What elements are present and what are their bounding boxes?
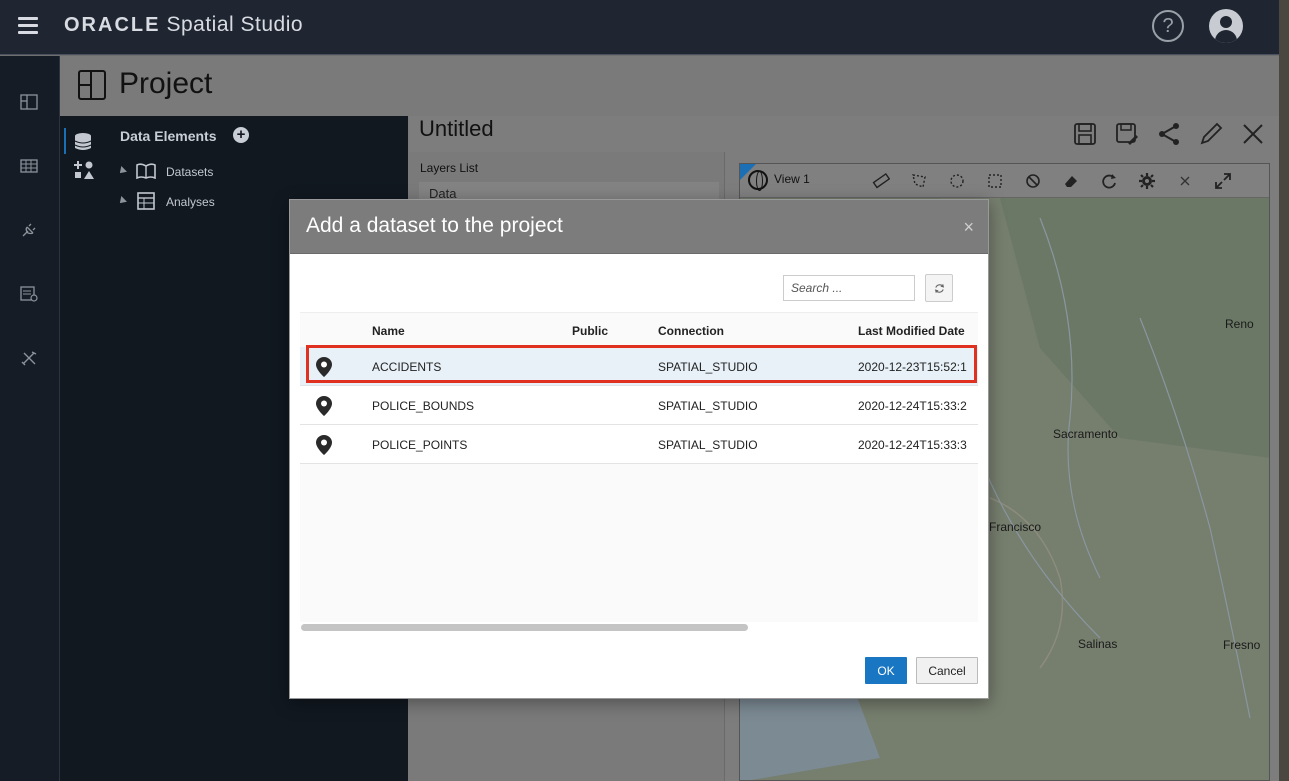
table-header: Name Public Connection Last Modified Dat…: [300, 313, 978, 347]
product-name: Spatial Studio: [166, 13, 304, 36]
cancel-button[interactable]: Cancel: [916, 657, 978, 684]
ok-button[interactable]: OK: [865, 657, 907, 684]
project-layout-icon: [78, 70, 106, 100]
dataset-name: POLICE_POINTS: [372, 438, 468, 452]
dialog-close-icon[interactable]: ×: [963, 217, 974, 238]
hamburger-menu-icon[interactable]: [18, 17, 38, 35]
close-icon[interactable]: [1241, 122, 1265, 146]
jobs-icon[interactable]: [20, 286, 38, 302]
datasets-table-icon[interactable]: [20, 158, 38, 174]
dataset-name: POLICE_BOUNDS: [372, 399, 475, 413]
rectangle-select-icon[interactable]: [986, 172, 1004, 190]
datasets-table: Name Public Connection Last Modified Dat…: [300, 312, 978, 622]
dataset-connection: SPATIAL_STUDIO: [658, 438, 758, 452]
expand-icon[interactable]: [1214, 172, 1232, 190]
analysis-tools-icon[interactable]: [73, 160, 95, 180]
refresh-icon: [934, 283, 945, 294]
dataset-name: ACCIDENTS: [372, 360, 442, 374]
dialog-body: Name Public Connection Last Modified Dat…: [300, 254, 978, 654]
column-header-connection[interactable]: Connection: [658, 324, 724, 338]
search-input[interactable]: [783, 275, 915, 301]
data-elements-title: Data Elements: [120, 128, 217, 144]
map-city-label: Reno: [1225, 317, 1254, 331]
analyses-table-icon: [137, 192, 155, 210]
top-bar: ORACLE Spatial Studio ?: [0, 0, 1279, 55]
collapse-caret-icon[interactable]: [117, 196, 127, 206]
map-city-label: Sacramento: [1053, 427, 1118, 441]
add-dataset-dialog: Add a dataset to the project × Name Publ…: [289, 199, 989, 699]
clear-selection-icon[interactable]: [1024, 172, 1042, 190]
datasets-book-icon: [136, 163, 156, 179]
add-data-element-icon[interactable]: +: [233, 127, 249, 143]
map-pin-icon: [316, 396, 332, 416]
close-view-icon[interactable]: [1176, 172, 1194, 190]
table-row[interactable]: ACCIDENTS SPATIAL_STUDIO 2020-12-23T15:5…: [300, 347, 978, 386]
window-edge: [1279, 0, 1289, 781]
dialog-header: Add a dataset to the project ×: [290, 200, 988, 254]
refresh-button[interactable]: [925, 274, 953, 302]
canvas-title[interactable]: Untitled: [419, 116, 494, 142]
map-city-label: Fresno: [1223, 638, 1261, 652]
column-header-last-modified[interactable]: Last Modified Date: [858, 324, 965, 338]
settings-gear-icon[interactable]: [1138, 172, 1156, 190]
map-view-tab[interactable]: View 1: [748, 170, 810, 191]
map-pin-icon: [316, 435, 332, 455]
tree-item-datasets[interactable]: Datasets: [166, 165, 213, 179]
scrollbar-thumb[interactable]: [301, 624, 748, 631]
projects-icon[interactable]: [20, 94, 38, 110]
save-as-icon[interactable]: [1115, 122, 1139, 146]
oracle-logo: ORACLE: [64, 14, 161, 36]
dialog-title: Add a dataset to the project: [306, 214, 563, 237]
table-row[interactable]: POLICE_POINTS SPATIAL_STUDIO 2020-12-24T…: [300, 425, 978, 464]
horizontal-scrollbar[interactable]: [301, 622, 979, 632]
left-nav-rail: [0, 56, 60, 781]
help-icon[interactable]: ?: [1152, 10, 1184, 42]
map-city-label: Salinas: [1078, 637, 1118, 651]
refresh-map-icon[interactable]: [1100, 172, 1118, 190]
circle-select-icon[interactable]: [948, 172, 966, 190]
globe-icon: [748, 170, 768, 191]
measure-ruler-icon[interactable]: [872, 172, 890, 190]
connections-plug-icon[interactable]: [20, 222, 38, 238]
database-icon[interactable]: [74, 132, 92, 152]
tab-selection-indicator: [64, 128, 66, 154]
share-icon[interactable]: [1157, 122, 1181, 146]
eraser-icon[interactable]: [1062, 172, 1080, 190]
collapse-caret-icon[interactable]: [117, 166, 127, 176]
map-city-label: Francisco: [989, 520, 1042, 534]
canvas-toolbar: [1073, 122, 1265, 146]
tools-icon[interactable]: [20, 350, 38, 366]
dataset-last-modified: 2020-12-23T15:52:1: [858, 360, 967, 374]
map-toolbar: View 1: [740, 164, 1269, 198]
column-header-name[interactable]: Name: [372, 324, 405, 338]
user-avatar-icon[interactable]: [1209, 9, 1243, 43]
page-title: Project: [119, 67, 213, 100]
save-icon[interactable]: [1073, 122, 1097, 146]
map-view-label: View 1: [774, 172, 810, 187]
dataset-connection: SPATIAL_STUDIO: [658, 360, 758, 374]
project-header: Project: [60, 56, 1279, 116]
dataset-last-modified: 2020-12-24T15:33:3: [858, 438, 967, 452]
layers-list-label: Layers List: [420, 161, 479, 175]
lasso-select-icon[interactable]: [910, 172, 928, 190]
map-pin-icon: [316, 357, 332, 377]
edit-pencil-icon[interactable]: [1199, 122, 1223, 146]
tree-item-analyses[interactable]: Analyses: [166, 195, 215, 209]
dataset-connection: SPATIAL_STUDIO: [658, 399, 758, 413]
table-row[interactable]: POLICE_BOUNDS SPATIAL_STUDIO 2020-12-24T…: [300, 386, 978, 425]
column-header-public[interactable]: Public: [572, 324, 608, 338]
dataset-last-modified: 2020-12-24T15:33:2: [858, 399, 967, 413]
app-brand: ORACLE Spatial Studio: [64, 13, 303, 37]
